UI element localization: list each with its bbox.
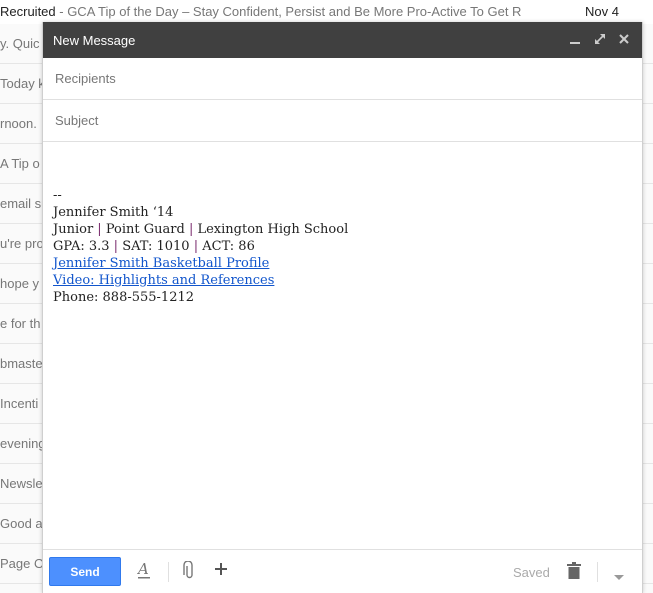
inbox-snippet: u're prol xyxy=(0,236,47,251)
dropdown-icon[interactable] xyxy=(614,568,624,586)
signature-phone: Phone: 888-555-1212 xyxy=(53,290,195,305)
separator: | xyxy=(97,222,102,237)
inbox-snippet: bmaste xyxy=(0,356,43,371)
sender: Recruited xyxy=(0,4,56,19)
subject-input[interactable] xyxy=(53,112,617,129)
signature-sat: SAT: 1010 xyxy=(122,239,190,254)
signature-year: Junior xyxy=(53,222,94,237)
separator: | xyxy=(193,239,199,254)
inbox-row-text: Recruited - GCA Tip of the Day – Stay Co… xyxy=(0,4,521,19)
inbox-snippet: rnoon. xyxy=(0,116,37,131)
more-options-icon[interactable] xyxy=(214,562,228,581)
inbox-snippet: Incenti xyxy=(0,396,39,411)
svg-text:A: A xyxy=(137,560,149,578)
signature-gpa: GPA: 3.3 xyxy=(53,239,110,254)
inbox-snippet: e for th xyxy=(0,316,41,331)
video-link[interactable]: Video: Highlights and References xyxy=(53,273,274,288)
compose-title: New Message xyxy=(53,33,136,48)
inbox-snippet: Newsle xyxy=(0,476,43,491)
inbox-snippet: Today k xyxy=(0,76,45,91)
attach-icon[interactable] xyxy=(183,560,195,586)
profile-link[interactable]: Jennifer Smith Basketball Profile xyxy=(53,256,269,271)
inbox-snippet: Page O xyxy=(0,556,45,571)
signature-dash: -- xyxy=(53,188,62,203)
compose-footer: Send A Saved xyxy=(43,549,642,593)
subject-row xyxy=(43,100,642,142)
signature-school: Lexington High School xyxy=(197,222,349,237)
signature-name: Jennifer Smith ‘14 xyxy=(53,205,174,220)
close-icon[interactable] xyxy=(616,31,632,47)
send-button[interactable]: Send xyxy=(49,557,121,586)
inbox-snippet: A Tip o xyxy=(0,156,40,171)
inbox-snippet: y. Quic xyxy=(0,36,40,51)
signature-position: Junior | Point Guard | Lexington High Sc… xyxy=(53,221,633,238)
divider xyxy=(168,562,169,582)
signature-position-role: Point Guard xyxy=(105,222,185,237)
date: Nov 4 xyxy=(585,4,619,19)
inbox-row[interactable]: Recruited - GCA Tip of the Day – Stay Co… xyxy=(0,0,653,24)
separator: | xyxy=(113,239,119,254)
message-body[interactable]: -- Jennifer Smith ‘14 Junior | Point Gua… xyxy=(53,187,633,306)
compose-header[interactable]: New Message xyxy=(43,22,642,58)
saved-status: Saved xyxy=(513,565,550,580)
minimize-icon[interactable] xyxy=(567,31,583,47)
subject: - GCA Tip of the Day – Stay Confident, P… xyxy=(55,4,522,19)
expand-icon[interactable] xyxy=(592,31,608,47)
separator: | xyxy=(188,222,194,237)
recipients-row xyxy=(43,58,642,100)
trash-icon[interactable] xyxy=(567,562,581,585)
inbox-snippet: hope y xyxy=(0,276,40,291)
divider xyxy=(597,562,598,582)
formatting-icon[interactable]: A xyxy=(136,560,151,585)
signature-act: ACT: 86 xyxy=(202,239,255,254)
recipients-input[interactable] xyxy=(53,70,617,87)
signature-scores: GPA: 3.3 | SAT: 1010 | ACT: 86 xyxy=(53,238,633,255)
compose-window: New Message -- Jennifer Smith ‘14 Junior xyxy=(42,22,643,593)
